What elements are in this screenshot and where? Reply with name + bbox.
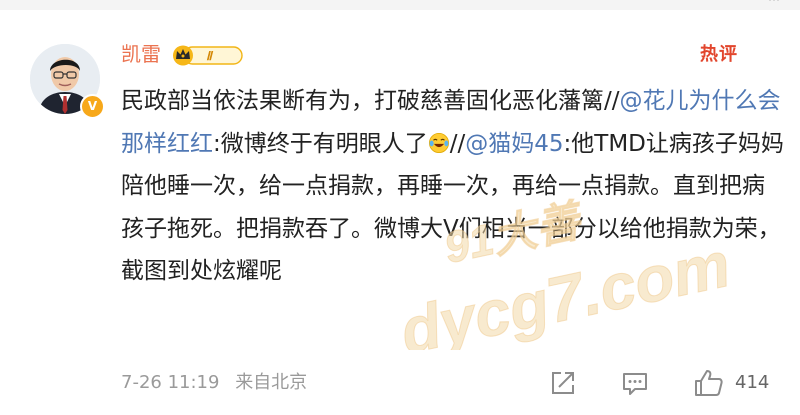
top-status-strip: … <box>0 0 800 10</box>
level-badge: Ⅱ <box>172 44 244 66</box>
mention-link[interactable]: @猫妈45 <box>465 131 563 157</box>
like-button[interactable]: 414 <box>693 368 793 398</box>
source-location: 来自北京 <box>235 372 308 393</box>
thumbs-up-icon <box>695 370 723 396</box>
comment-button[interactable] <box>620 368 650 398</box>
comment-icon <box>623 373 647 395</box>
cut-off-status-text: … <box>768 0 780 4</box>
crying-laughing-icon <box>428 132 449 153</box>
hot-comment-tag: 热评 <box>700 44 738 65</box>
comment-segment: 民政部当依法果断有为，打破慈善固化恶化藩篱// <box>121 88 620 114</box>
share-icon <box>552 372 574 394</box>
comment-meta: 7-26 11:19 来自北京 <box>121 371 307 395</box>
comment-text: 民政部当依法果断有为，打破慈善固化恶化藩篱//@花儿为什么会那样红红:微博终于有… <box>121 80 786 293</box>
timestamp: 7-26 11:19 <box>121 372 220 393</box>
like-count: 414 <box>735 372 770 393</box>
share-button[interactable] <box>548 368 578 398</box>
comment-segment: // <box>449 130 466 157</box>
comment-segment: :微博终于有明眼人了 <box>213 130 428 157</box>
verified-badge: V <box>80 94 105 119</box>
username[interactable]: 凯雷 <box>121 40 161 68</box>
crown-level-icon: Ⅱ <box>173 45 243 66</box>
